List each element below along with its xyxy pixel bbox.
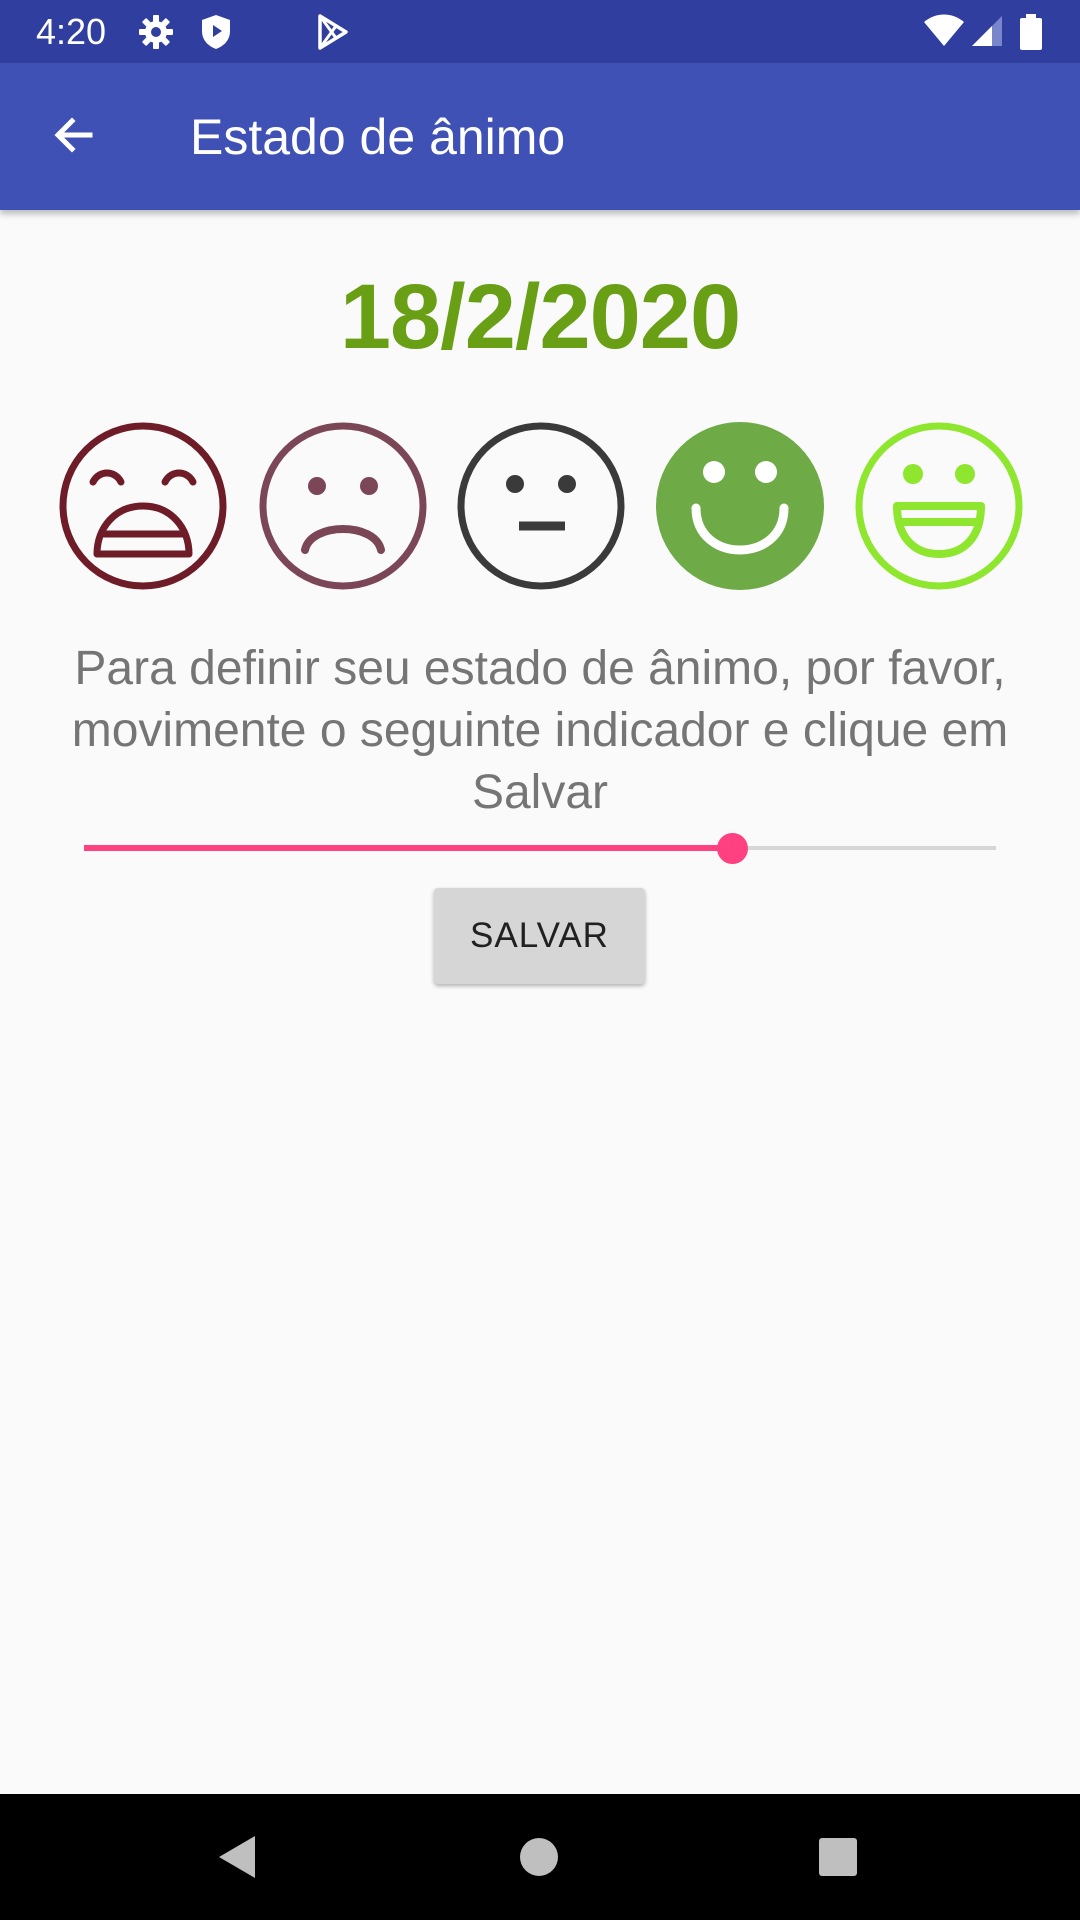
- nav-home-icon[interactable]: [509, 1827, 569, 1887]
- arrow-back-icon: [50, 111, 98, 164]
- neutral-face-icon[interactable]: [453, 418, 629, 594]
- battery-icon: [1016, 12, 1046, 52]
- back-button[interactable]: [30, 103, 118, 171]
- gear-icon: [136, 12, 176, 52]
- nav-recents-icon[interactable]: [808, 1827, 868, 1887]
- shield-icon: [196, 12, 236, 52]
- signal-icon: [968, 12, 1008, 52]
- play-store-icon: [312, 12, 352, 52]
- save-button[interactable]: SALVAR: [434, 888, 645, 984]
- status-bar: 4:20: [0, 0, 1080, 63]
- happy-face-icon[interactable]: [652, 418, 828, 594]
- mood-selector: [0, 418, 1080, 594]
- navigation-bar: [0, 1794, 1080, 1920]
- status-time: 4:20: [36, 11, 107, 52]
- slider-fill: [84, 845, 732, 851]
- app-bar: Estado de ânimo: [0, 63, 1080, 210]
- instructions-text: Para definir seu estado de ânimo, por fa…: [71, 642, 1009, 819]
- date-display: 18/2/2020: [339, 266, 741, 368]
- very-sad-face-icon[interactable]: [55, 418, 231, 594]
- nav-back-icon[interactable]: [208, 1827, 268, 1887]
- slider-thumb[interactable]: [717, 833, 748, 864]
- mood-slider[interactable]: [84, 826, 996, 872]
- wifi-icon: [922, 12, 966, 52]
- sad-face-icon[interactable]: [255, 418, 431, 594]
- page-title: Estado de ânimo: [190, 109, 566, 165]
- very-happy-face-icon[interactable]: [851, 418, 1027, 594]
